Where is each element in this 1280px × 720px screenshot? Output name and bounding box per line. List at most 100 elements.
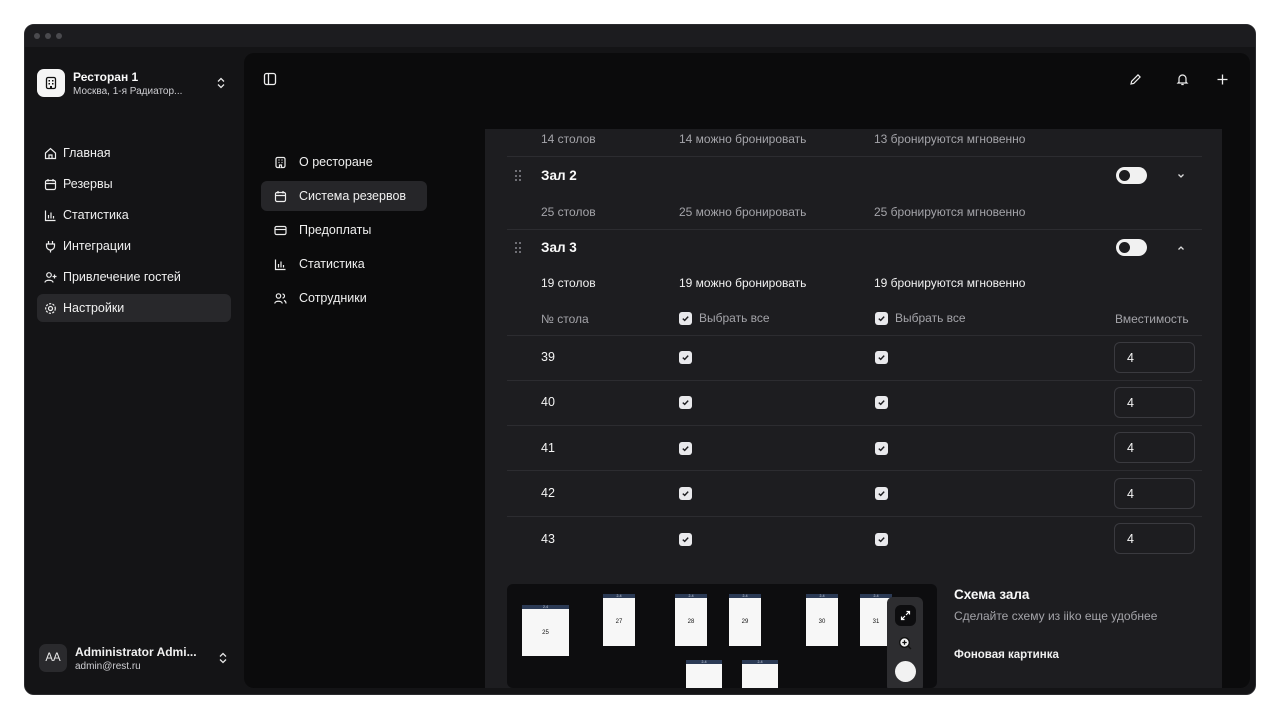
- chevrons-up-down-icon: [217, 652, 229, 664]
- capacity-input[interactable]: 4: [1114, 478, 1195, 509]
- nav-item-guest-acquisition[interactable]: Привлечение гостей: [37, 263, 231, 291]
- nav-item-statistics[interactable]: Статистика: [37, 201, 231, 229]
- chevrons-up-down-icon: [215, 77, 227, 89]
- nav-item-label: Резервы: [63, 177, 113, 191]
- capacity-input[interactable]: 4: [1114, 523, 1195, 554]
- subnav-item-label: Сотрудники: [299, 291, 367, 305]
- nav-item-reservations[interactable]: Резервы: [37, 170, 231, 198]
- instant-checkbox[interactable]: [679, 533, 692, 546]
- nav-item-integrations[interactable]: Интеграции: [37, 232, 231, 260]
- capacity-input[interactable]: 4: [1114, 342, 1195, 373]
- map-controls: [887, 597, 923, 688]
- bar-chart-icon: [273, 257, 287, 271]
- instant-checkbox[interactable]: [875, 487, 888, 500]
- select-all-bookable[interactable]: Выбрать все: [679, 311, 770, 325]
- divider: [507, 229, 1202, 230]
- nav-item-label: Статистика: [63, 208, 129, 222]
- subnav-item-reservation-system[interactable]: Система резервов: [261, 181, 427, 211]
- subnav-item-prepayments[interactable]: Предоплаты: [261, 215, 427, 245]
- hall2-title: Зал 2: [541, 168, 577, 183]
- capacity-input[interactable]: 4: [1114, 387, 1195, 418]
- divider: [507, 470, 1202, 471]
- table-number: 42: [541, 486, 555, 500]
- zoom-in-icon: [899, 637, 912, 650]
- hall-scheme-info: Схема зала Сделайте схему из iiko еще уд…: [954, 587, 1214, 661]
- instant-checkbox[interactable]: [875, 442, 888, 455]
- add-button[interactable]: [1211, 68, 1233, 90]
- divider: [507, 156, 1202, 157]
- instant-checkbox[interactable]: [875, 533, 888, 546]
- table-number: 41: [541, 441, 555, 455]
- pencil-icon: [1129, 73, 1141, 85]
- drag-handle-icon[interactable]: [515, 170, 523, 182]
- select-all-instant[interactable]: Выбрать все: [875, 311, 966, 325]
- plug-icon: [43, 239, 57, 253]
- avatar: AA: [39, 644, 67, 672]
- scheme-table[interactable]: 2-4: [686, 660, 722, 688]
- user-menu[interactable]: AA Administrator Admi... admin@rest.ru: [39, 640, 229, 676]
- user-plus-icon: [43, 270, 57, 284]
- expand-button[interactable]: [895, 605, 916, 626]
- hall-scheme-preview[interactable]: 2-4 25 2-4 27 2-4 28 2-4 29 2-4 30 2-4 31 2-4 …: [507, 584, 937, 688]
- instant-checkbox[interactable]: [875, 396, 888, 409]
- bar-chart-icon: [43, 208, 57, 222]
- scheme-table[interactable]: 2-4: [742, 660, 778, 688]
- divider: [507, 516, 1202, 517]
- scheme-table[interactable]: 2-4 25: [522, 605, 569, 656]
- hall2-toggle[interactable]: [1116, 167, 1147, 184]
- minimize-window-button[interactable]: [45, 33, 51, 39]
- column-header-capacity: Вместимость: [1115, 312, 1189, 326]
- nav-item-home[interactable]: Главная: [37, 139, 231, 167]
- zoom-out-button[interactable]: [895, 661, 916, 682]
- hall3-toggle[interactable]: [1116, 239, 1147, 256]
- app-window: Ресторан 1 Москва, 1-я Радиатор... Главн…: [24, 24, 1256, 695]
- title-bar: [25, 25, 1255, 47]
- subnav-item-label: Предоплаты: [299, 223, 372, 237]
- subnav-item-about[interactable]: О ресторане: [261, 147, 427, 177]
- maximize-window-button[interactable]: [56, 33, 62, 39]
- scheme-table[interactable]: 2-4 28: [675, 594, 707, 646]
- notifications-button[interactable]: [1171, 68, 1193, 90]
- bookable-checkbox[interactable]: [679, 351, 692, 364]
- scheme-table[interactable]: 2-4 30: [806, 594, 838, 646]
- drag-handle-icon[interactable]: [515, 242, 523, 254]
- instant-checkbox[interactable]: [875, 351, 888, 364]
- scheme-table[interactable]: 2-4 27: [603, 594, 635, 646]
- restaurant-switcher[interactable]: Ресторан 1 Москва, 1-я Радиатор...: [37, 65, 227, 101]
- background-image-label: Фоновая картинка: [954, 649, 1059, 661]
- toggle-sidebar-button[interactable]: [259, 68, 281, 90]
- subnav-item-statistics[interactable]: Статистика: [261, 249, 427, 279]
- hall1-bookable-count: 14 можно бронировать: [679, 132, 807, 146]
- capacity-input[interactable]: 4: [1114, 432, 1195, 463]
- hall-scheme-subtitle: Сделайте схему из iiko еще удобнее: [954, 609, 1158, 623]
- expand-icon: [900, 610, 911, 621]
- settings-subnav: О ресторане Система резервов Предоплаты …: [261, 147, 427, 317]
- restaurant-address: Москва, 1-я Радиатор...: [73, 85, 183, 97]
- nav-item-label: Главная: [63, 146, 111, 160]
- hall3-title: Зал 3: [541, 240, 577, 255]
- edit-button[interactable]: [1124, 68, 1146, 90]
- scheme-table[interactable]: 2-4 29: [729, 594, 761, 646]
- sidebar-icon: [263, 72, 277, 86]
- bookable-checkbox[interactable]: [679, 442, 692, 455]
- divider: [507, 335, 1202, 336]
- main-nav: Главная Резервы Статистика Интеграции Пр…: [37, 139, 231, 325]
- main-panel: О ресторане Система резервов Предоплаты …: [244, 53, 1250, 688]
- hall3-instant-count: 19 бронируются мгновенно: [874, 276, 1026, 290]
- subnav-item-label: О ресторане: [299, 155, 373, 169]
- zoom-in-button[interactable]: [895, 633, 916, 654]
- chevron-down-icon[interactable]: [1174, 169, 1188, 183]
- table-number: 40: [541, 395, 555, 409]
- close-window-button[interactable]: [34, 33, 40, 39]
- bookable-checkbox[interactable]: [679, 487, 692, 500]
- hall2-instant-count: 25 бронируются мгновенно: [874, 205, 1026, 219]
- subnav-item-staff[interactable]: Сотрудники: [261, 283, 427, 313]
- chevron-up-icon[interactable]: [1174, 241, 1188, 255]
- gear-icon: [43, 301, 57, 315]
- bell-icon: [1176, 73, 1188, 85]
- checkbox-checked-icon[interactable]: [679, 311, 692, 325]
- nav-item-settings[interactable]: Настройки: [37, 294, 231, 322]
- checkbox-checked-icon[interactable]: [875, 311, 888, 325]
- hall1-tables-count: 14 столов: [541, 132, 596, 146]
- bookable-checkbox[interactable]: [679, 396, 692, 409]
